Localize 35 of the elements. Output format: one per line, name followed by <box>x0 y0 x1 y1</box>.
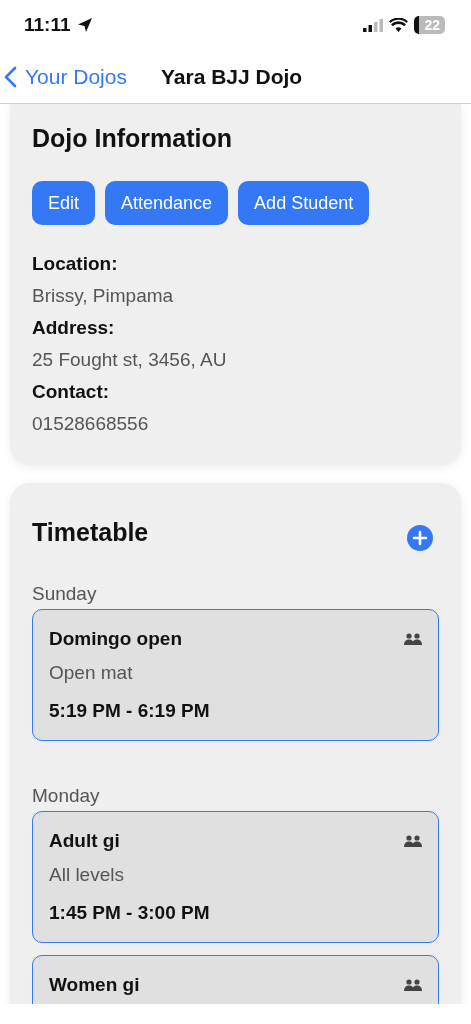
status-time: 11:11 <box>24 14 71 36</box>
field-label: Location: <box>32 253 119 275</box>
people-icon <box>404 835 422 847</box>
day-label: Monday <box>32 785 101 807</box>
class-card[interactable]: Adult gi All levels 1:45 PM - 3:00 PM <box>32 811 439 943</box>
field-label: Contact: <box>32 381 111 403</box>
people-icon <box>404 633 422 645</box>
class-name: Domingo open <box>49 628 182 650</box>
action-button[interactable]: Add Student <box>238 181 370 225</box>
section-title: Dojo Information <box>32 124 233 153</box>
wifi-icon <box>389 18 409 32</box>
section-title: Timetable <box>32 517 149 547</box>
location-arrow-icon <box>76 17 93 33</box>
class-time: 1:45 PM - 3:00 PM <box>49 902 211 924</box>
class-level: All levels <box>49 864 125 886</box>
action-button[interactable]: Attendance <box>105 181 229 225</box>
class-name: Adult gi <box>49 830 120 852</box>
field-value: 25 Fought st, 3456, AU <box>32 349 228 371</box>
add-icon[interactable] <box>407 525 433 551</box>
signal-icon <box>363 18 384 32</box>
class-card[interactable]: Women gi <box>32 955 439 1004</box>
class-card[interactable]: Domingo open Open mat 5:19 PM - 6:19 PM <box>32 609 439 741</box>
battery-level: 22 <box>414 16 445 34</box>
field-value: Brissy, Pimpama <box>32 285 175 307</box>
class-level: Open mat <box>49 662 134 684</box>
back-link[interactable]: Your Dojos <box>4 64 127 89</box>
page-title: Yara BJJ Dojo <box>160 64 303 89</box>
class-name: Women gi <box>49 974 140 996</box>
class-time: 5:19 PM - 6:19 PM <box>49 700 211 722</box>
people-icon <box>404 979 422 991</box>
day-label: Sunday <box>32 583 98 605</box>
action-button[interactable]: Edit <box>32 181 96 225</box>
field-value: 01528668556 <box>32 413 150 435</box>
field-label: Address: <box>32 317 116 339</box>
chevron-left-icon <box>4 65 17 88</box>
